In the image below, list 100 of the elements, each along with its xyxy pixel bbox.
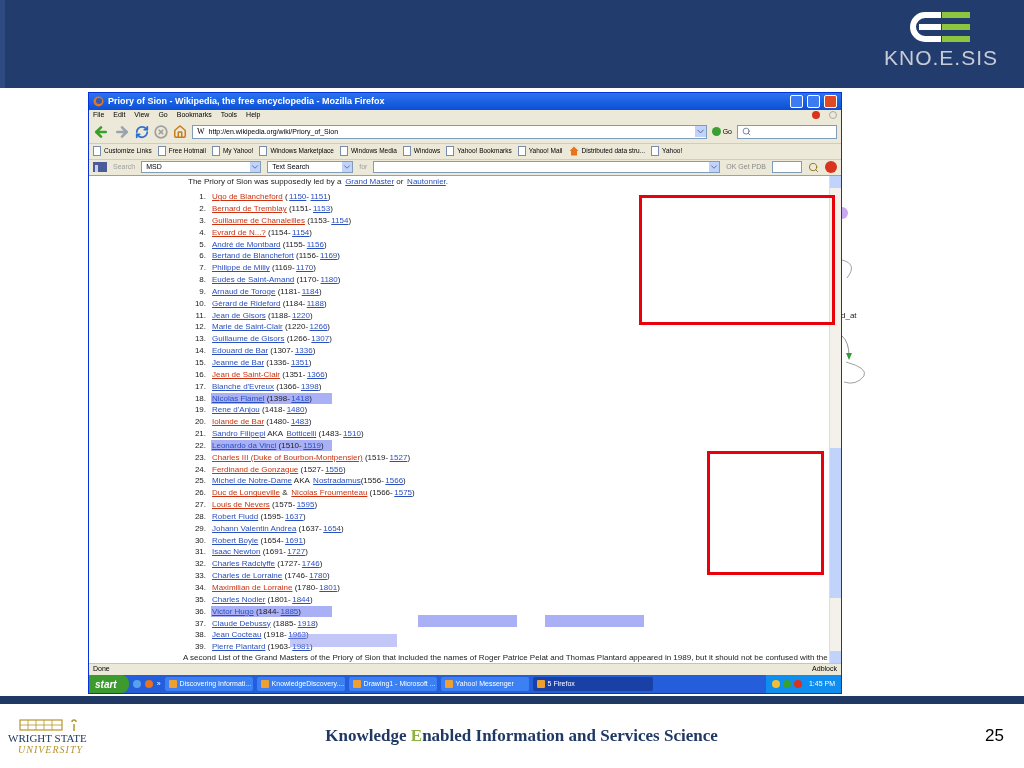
- link[interactable]: 1366: [306, 369, 325, 379]
- link[interactable]: 1510: [343, 429, 361, 439]
- link[interactable]: 1184: [301, 286, 319, 296]
- link[interactable]: 1746: [301, 559, 320, 569]
- link[interactable]: 1351: [290, 357, 309, 367]
- link[interactable]: 1156: [306, 239, 324, 249]
- minimize-button[interactable]: [790, 94, 803, 108]
- search-icon[interactable]: [808, 161, 819, 173]
- list-item-text: Jean de Saint-Clair (1351- 1366): [211, 368, 328, 380]
- link[interactable]: Johann Valentin Andrea: [212, 523, 297, 533]
- link[interactable]: Jean Cocteau: [212, 630, 262, 640]
- link[interactable]: 1556: [325, 464, 343, 474]
- intro-text: The Priory of Sion was supposedly led by a Grand Master or Nautonnier.: [188, 175, 450, 188]
- link[interactable]: Botticelli: [286, 429, 317, 439]
- link[interactable]: Edouard de Bar: [212, 346, 269, 356]
- list-number: 13.: [193, 333, 207, 345]
- link[interactable]: Robert Fludd: [212, 511, 259, 521]
- list-number: 11.: [194, 309, 207, 321]
- link[interactable]: Victor Hugo: [212, 606, 254, 616]
- link[interactable]: Charles Radclyffe: [212, 559, 275, 569]
- pdb-field[interactable]: [772, 161, 802, 174]
- list-item-text: Blanche d'Evreux (1366- 1398): [211, 380, 322, 392]
- link[interactable]: 1336: [294, 346, 313, 356]
- link[interactable]: Isaac Newton: [212, 547, 261, 557]
- list-number: 35.: [193, 593, 207, 605]
- link[interactable]: Maximilian de Lorraine: [212, 583, 293, 592]
- link[interactable]: 1188: [306, 298, 324, 308]
- link[interactable]: 1220: [292, 310, 310, 320]
- link[interactable]: Nostradamus: [313, 476, 361, 486]
- link[interactable]: 1398: [300, 381, 319, 391]
- search-field[interactable]: [737, 124, 837, 139]
- link[interactable]: Ferdinand de Gonzague: [212, 464, 299, 474]
- scroll-thumb[interactable]: [830, 447, 841, 598]
- link[interactable]: Leonardo da Vinci: [212, 440, 277, 450]
- link[interactable]: Eudes de Saint-Amand: [212, 275, 295, 285]
- link[interactable]: Charles Nodier: [212, 594, 266, 604]
- link[interactable]: Evrard de N...?: [212, 227, 266, 237]
- app-icon: [536, 680, 545, 689]
- reload-icon[interactable]: [135, 124, 149, 139]
- link[interactable]: 1637: [285, 511, 303, 521]
- list-item-text: Ugo de Blancheford ( 1150- 1151): [211, 191, 331, 203]
- list-item-text: Claude Debussy (1885- 1918): [211, 617, 319, 629]
- start-button[interactable]: start: [89, 675, 129, 693]
- link[interactable]: Jean de Gisors: [212, 310, 266, 320]
- link[interactable]: Jeanne de Bar: [212, 357, 265, 367]
- link[interactable]: Guillaume de Gisors: [212, 334, 285, 344]
- home-icon[interactable]: [173, 124, 187, 139]
- link[interactable]: Grand Master: [345, 176, 395, 186]
- link[interactable]: Marie de Saint-Clair: [212, 322, 283, 332]
- link[interactable]: Philippe de Milly: [212, 263, 270, 273]
- close-button[interactable]: [824, 94, 837, 108]
- link[interactable]: Duc de Longueville: [212, 488, 281, 498]
- link[interactable]: 1151: [310, 192, 328, 202]
- link[interactable]: Bernard de Tremblay: [212, 204, 287, 213]
- link[interactable]: Iolande de Bar: [212, 417, 265, 427]
- link[interactable]: Charles III (Duke of Bourbon-Montpensier): [212, 452, 363, 462]
- link[interactable]: Charles de Lorraine: [212, 571, 283, 581]
- link[interactable]: 1691: [285, 535, 303, 545]
- link[interactable]: Gérard de Rideford: [212, 298, 281, 308]
- query-field[interactable]: [373, 161, 721, 174]
- list-item-text: Nicolas Flamel (1398- 1418): [211, 392, 332, 404]
- link[interactable]: 1519: [303, 440, 321, 450]
- page-icon: [339, 146, 348, 157]
- page-number: 25: [985, 725, 1005, 748]
- link[interactable]: 1844: [292, 594, 310, 604]
- list-item-text: Edouard de Bar (1307- 1336): [211, 345, 316, 357]
- link[interactable]: 1780: [309, 571, 327, 581]
- stop-icon[interactable]: [154, 124, 168, 139]
- forward-icon[interactable]: [114, 123, 130, 140]
- list-item-text: Bernard de Tremblay (1151- 1153): [211, 203, 333, 214]
- link[interactable]: Bertand de Blanchefort: [212, 251, 294, 261]
- app-icon: [168, 680, 177, 689]
- list-number: 15.: [193, 356, 207, 368]
- link[interactable]: Claude Debussy: [212, 618, 271, 628]
- list-number: 34.: [193, 582, 207, 593]
- link[interactable]: Ugo de Blancheford: [212, 192, 283, 202]
- link[interactable]: 1180: [320, 275, 338, 285]
- link[interactable]: André de Montbard: [212, 239, 281, 249]
- link[interactable]: Jean de Saint-Clair: [212, 369, 281, 379]
- close-icon[interactable]: [825, 161, 837, 174]
- link[interactable]: Arnaud de Toroge: [212, 286, 276, 296]
- link[interactable]: Sandro Filipepi: [212, 429, 266, 439]
- link[interactable]: Robert Boyle: [212, 535, 259, 545]
- list-number: 18.: [193, 392, 207, 404]
- link[interactable]: Nicolas Froumenteau: [291, 488, 368, 498]
- link[interactable]: Blanche d'Evreux: [212, 381, 274, 391]
- page-icon: [402, 146, 411, 157]
- back-icon[interactable]: [93, 123, 109, 140]
- scroll-up-icon[interactable]: [830, 175, 841, 188]
- link[interactable]: Nautonnier: [407, 176, 446, 186]
- link[interactable]: Nicolas Flamel: [212, 393, 265, 403]
- link[interactable]: Pierre Plantard: [212, 642, 266, 652]
- link[interactable]: Louis de Nevers: [212, 500, 270, 510]
- link[interactable]: Michel de Notre-Dame: [212, 476, 293, 486]
- link[interactable]: Rene d'Anjou: [212, 405, 260, 415]
- app-icon: [260, 680, 269, 689]
- link[interactable]: Guillaume de Chanaleilles: [212, 215, 305, 225]
- maximize-button[interactable]: [807, 94, 820, 108]
- link[interactable]: 1483: [290, 417, 309, 427]
- scrollbar[interactable]: [829, 175, 841, 664]
